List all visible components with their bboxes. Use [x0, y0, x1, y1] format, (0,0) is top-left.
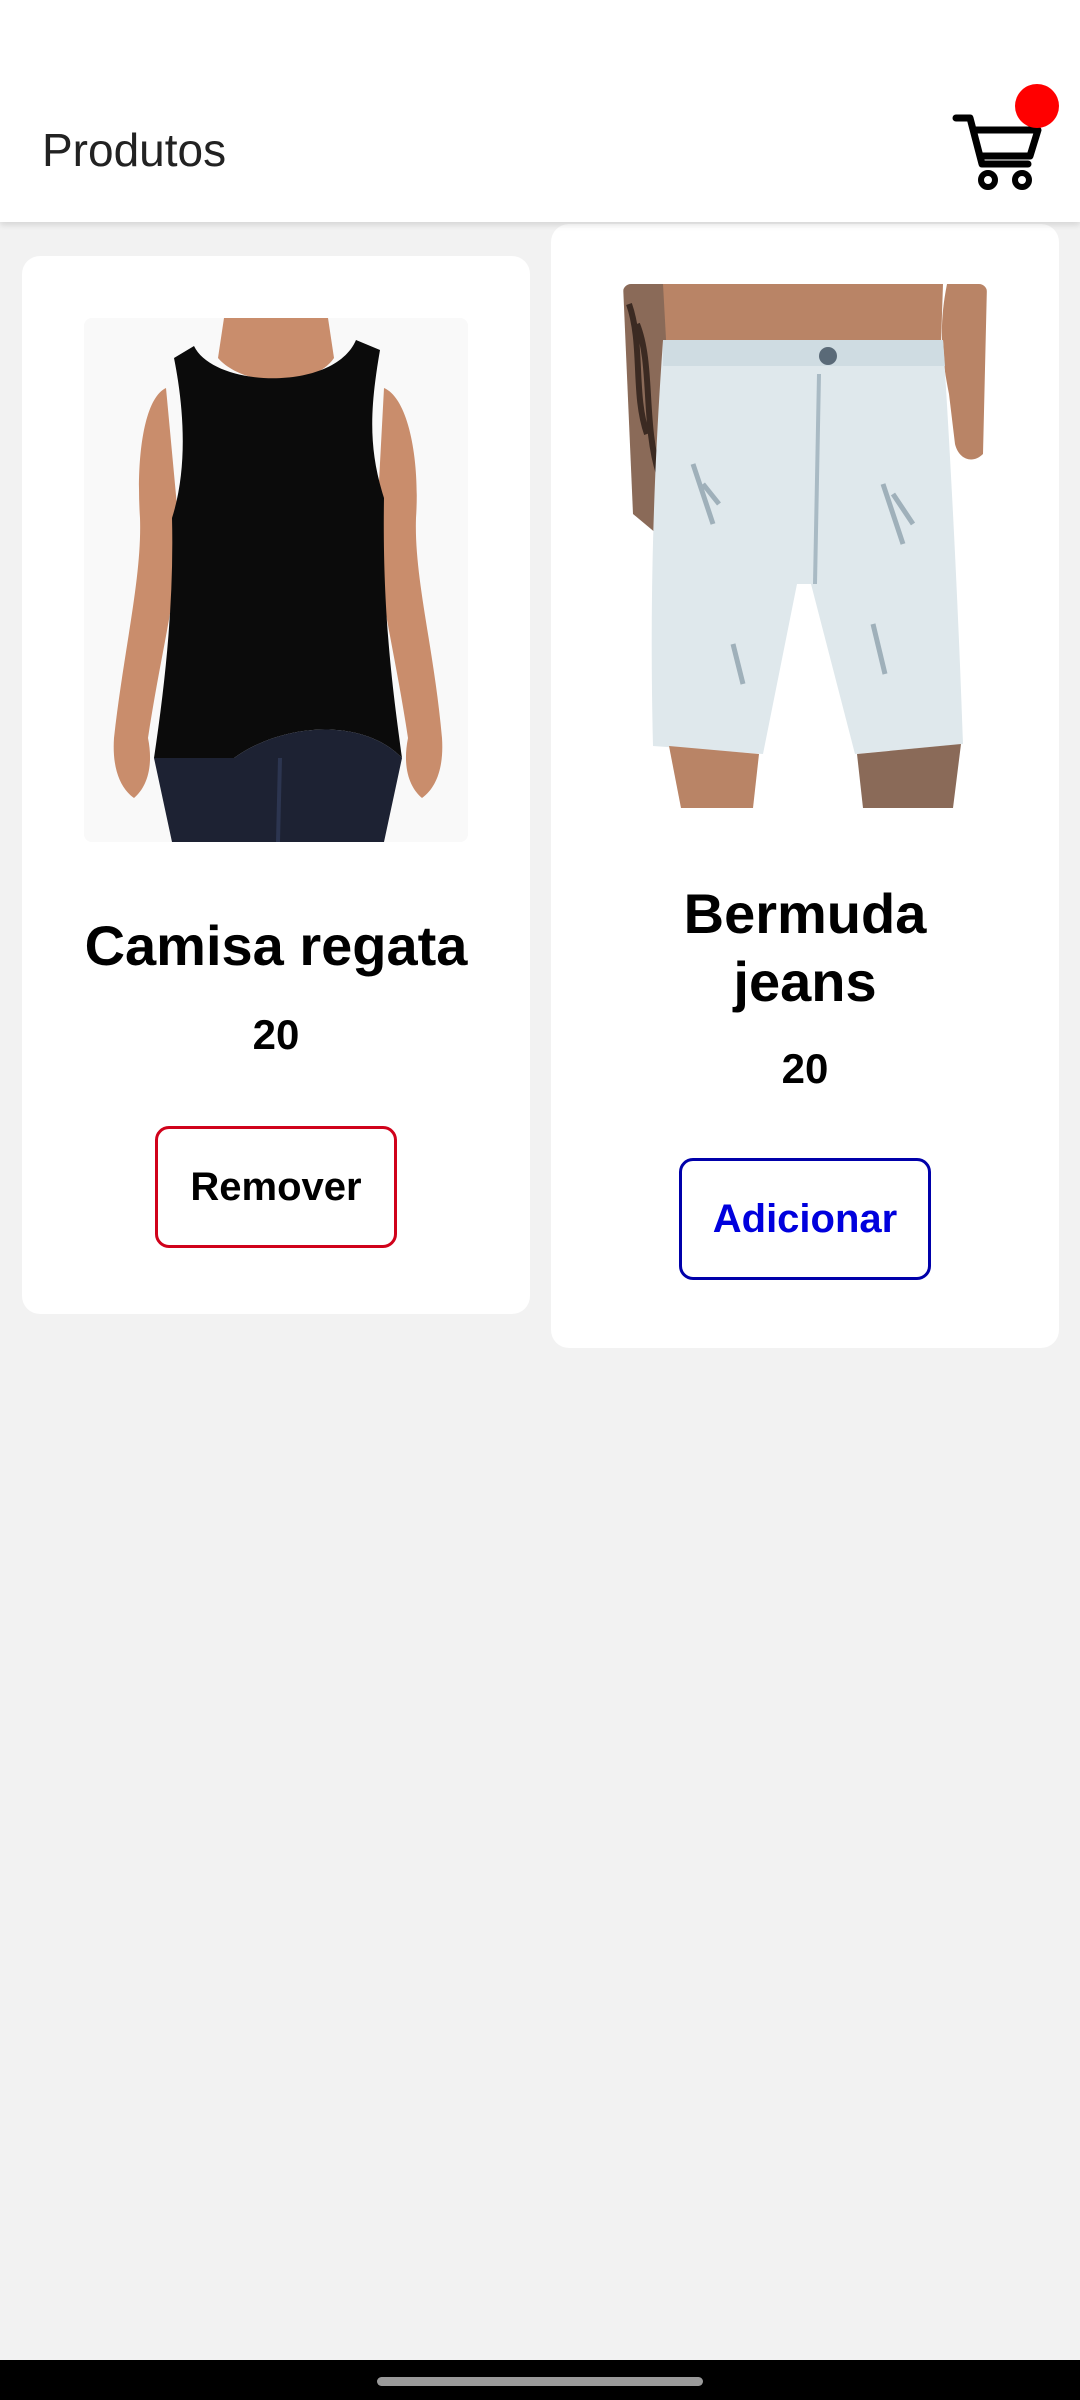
app-header: Produtos: [0, 0, 1080, 222]
remove-button[interactable]: Remover: [155, 1126, 397, 1248]
page-title: Produtos: [42, 124, 227, 176]
system-navigation-bar: [0, 2360, 1080, 2400]
black-tank-top-image: [84, 318, 468, 842]
home-indicator[interactable]: [377, 2377, 703, 2386]
products-screen: Produtos Camisa regata 20 Remover Bermud…: [0, 0, 1080, 2400]
product-name: Camisa regata: [84, 914, 468, 977]
product-price: 20: [781, 1045, 829, 1092]
product-image: [84, 318, 468, 842]
product-price: 20: [252, 1011, 300, 1058]
product-name: Bermuda jeans: [683, 882, 927, 1013]
product-image: [623, 284, 987, 808]
add-button[interactable]: Adicionar: [679, 1158, 931, 1280]
product-card: Bermuda jeans 20 Adicionar: [551, 224, 1059, 1348]
product-card: Camisa regata 20 Remover: [22, 256, 530, 1314]
light-denim-shorts-image: [623, 284, 987, 808]
cart-badge: [1015, 84, 1059, 128]
